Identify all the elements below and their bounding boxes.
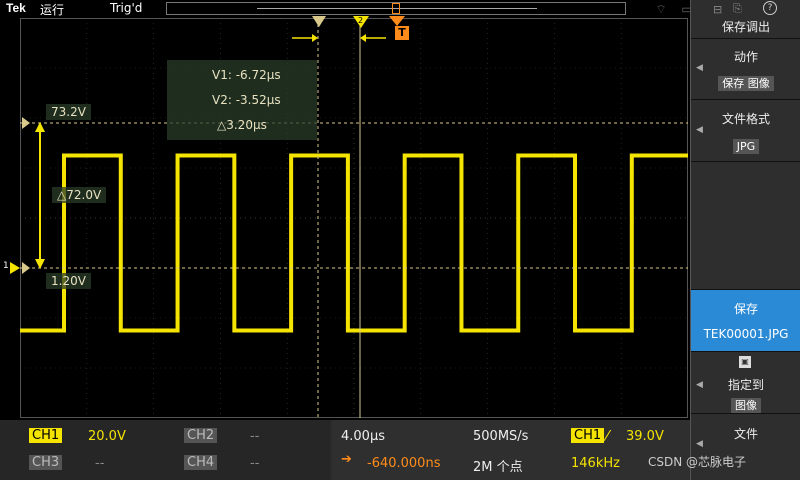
trigger-state: Trig'd bbox=[110, 1, 143, 15]
trigger-slope-icon[interactable]: ⁄ bbox=[606, 427, 609, 445]
menu-action[interactable]: ◀ 动作 保存 图像 bbox=[691, 38, 800, 100]
ch1-ground-label: 1 bbox=[3, 261, 9, 271]
action-label: 动作 bbox=[733, 50, 758, 64]
record-window-marker[interactable] bbox=[392, 3, 400, 14]
bottom-status-bar: CH1 20.0V CH2 -- CH3 -- CH4 -- 4.00µs 50… bbox=[0, 420, 690, 480]
menu-assign-to[interactable]: ▣ ◀ 指定到 图像 bbox=[691, 352, 800, 414]
folder-icon[interactable]: ⎘ bbox=[733, 2, 742, 16]
action-value: 保存 图像 bbox=[718, 76, 774, 91]
trigger-time-marker[interactable]: T bbox=[395, 26, 409, 40]
format-value-wrap: JPG bbox=[691, 135, 800, 154]
side-menu: ⊟ ⎘ ? 保存调出 ◀ 动作 保存 图像 ◀ 文件格式 JPG 保存 TEK0… bbox=[690, 0, 800, 480]
waveform-graticule[interactable] bbox=[20, 18, 688, 418]
cursor-h1-readout: 73.2V bbox=[46, 104, 91, 120]
cursor-h2-readout: 1.20V bbox=[46, 273, 91, 289]
trigger-level[interactable]: 39.0V bbox=[626, 429, 664, 444]
cursor-v2-readout: V2: -3.52µs bbox=[212, 93, 281, 107]
disk-icon: ▣ bbox=[739, 356, 751, 368]
file-label: 文件 bbox=[733, 427, 758, 441]
format-value: JPG bbox=[732, 139, 760, 154]
cursor-h2-marker[interactable] bbox=[22, 262, 30, 274]
menu-file[interactable]: ◀ 文件 bbox=[691, 414, 800, 480]
save-label: 保存 bbox=[733, 302, 758, 316]
assign-label: 指定到 bbox=[727, 378, 764, 392]
cursor-delta-v-readout: △72.0V bbox=[52, 187, 107, 203]
wifi-icon[interactable]: ⌔ bbox=[654, 2, 668, 16]
ch1-ground-marker[interactable] bbox=[10, 262, 20, 274]
frequency-readout: 146kHz bbox=[571, 456, 620, 471]
v2-arrow-head bbox=[360, 34, 366, 42]
delta-v-arrow-head-down bbox=[35, 259, 45, 269]
cursor-readout-box: V1: -6.72µs V2: -3.52µs △3.20µs bbox=[167, 60, 317, 140]
cursor1-top-marker[interactable] bbox=[312, 16, 326, 27]
menu-file-format[interactable]: ◀ 文件格式 JPG bbox=[691, 100, 800, 162]
save-filename: TEK00001.JPG bbox=[703, 327, 789, 341]
menu-title: 保存调出 bbox=[691, 16, 800, 39]
ch3-scale: -- bbox=[95, 456, 105, 471]
timebase-scale[interactable]: 4.00µs bbox=[341, 429, 385, 444]
assign-value: 图像 bbox=[731, 398, 761, 413]
run-state[interactable]: 运行 bbox=[40, 1, 64, 18]
trigger-source[interactable]: CH1 bbox=[571, 428, 605, 443]
brand-logo: Tek bbox=[6, 1, 26, 15]
v1-arrow-head bbox=[312, 34, 318, 42]
action-value-wrap: 保存 图像 bbox=[691, 72, 800, 91]
ch4-tag[interactable]: CH4 bbox=[184, 455, 218, 470]
cursor-v1-readout: V1: -6.72µs bbox=[212, 68, 281, 82]
delta-v-arrow-head-up bbox=[35, 122, 45, 132]
menu-empty-slot bbox=[691, 162, 800, 290]
ch1-tag[interactable]: CH1 bbox=[29, 428, 63, 443]
cursor-delta-t-readout: △3.20µs bbox=[217, 118, 267, 132]
status-bar: Tek 运行 Trig'd ⌔ ▭ bbox=[0, 0, 693, 18]
sample-rate: 500MS/s bbox=[473, 429, 529, 444]
horizontal-position[interactable]: -640.000ns bbox=[367, 456, 440, 471]
format-label: 文件格式 bbox=[721, 112, 770, 126]
usb-icon[interactable]: ⊟ bbox=[713, 3, 722, 16]
record-view-bar[interactable] bbox=[166, 2, 626, 15]
assign-value-wrap: 图像 bbox=[691, 394, 800, 413]
ch2-tag[interactable]: CH2 bbox=[184, 428, 218, 443]
ch2-scale: -- bbox=[250, 429, 260, 444]
watermark: CSDN @芯脉电子 bbox=[648, 455, 747, 469]
cursor-h1-marker[interactable] bbox=[22, 117, 30, 129]
ch3-tag[interactable]: CH3 bbox=[29, 455, 63, 470]
trigger-position-marker[interactable] bbox=[389, 16, 405, 26]
ch1-scale[interactable]: 20.0V bbox=[88, 429, 126, 444]
help-icon[interactable]: ? bbox=[763, 1, 777, 15]
menu-save-button[interactable]: 保存 TEK00001.JPG bbox=[691, 290, 800, 352]
position-arrow-icon: ➔ bbox=[341, 452, 352, 467]
record-length: 2M 个点 bbox=[473, 460, 523, 475]
cursor2-label: 2 bbox=[358, 16, 364, 25]
ch4-scale: -- bbox=[250, 456, 260, 471]
